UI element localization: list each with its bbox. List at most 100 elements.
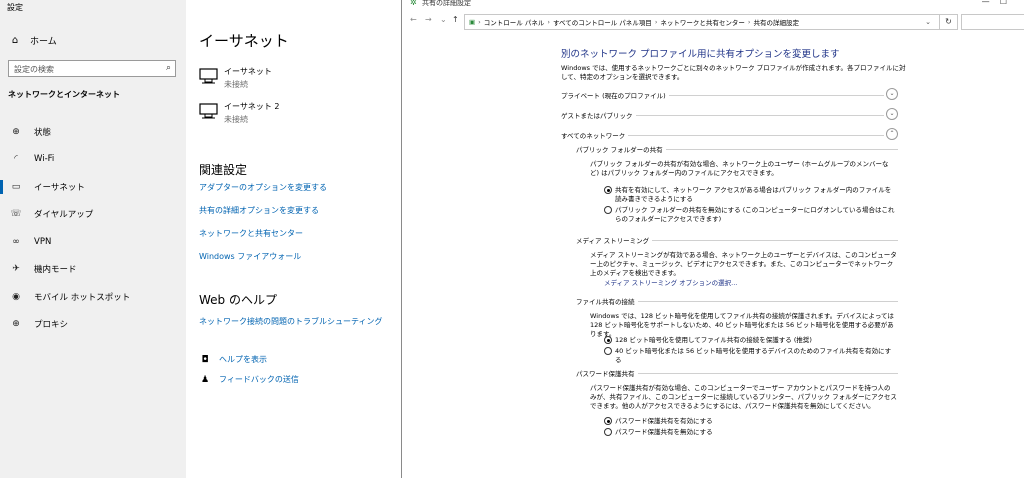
sharing-description: Windows では、使用するネットワークごとに別々のネットワーク プロファイル… bbox=[561, 64, 906, 81]
link-troubleshoot[interactable]: ネットワーク接続の問題のトラブルシューティング bbox=[199, 316, 383, 327]
address-bar[interactable]: ▣ › コントロール パネル › すべてのコントロール パネル項目 › ネットワ… bbox=[464, 14, 958, 30]
password-sharing-section-title: パスワード保護共有 bbox=[576, 368, 898, 378]
password-sharing-description: パスワード保護共有が有効な場合、このコンピューターでユーザー アカウントとパスワ… bbox=[590, 384, 897, 410]
home-icon: ⌂ bbox=[11, 35, 19, 46]
breadcrumb-item[interactable]: 共有の詳細設定 bbox=[754, 17, 800, 27]
feedback-link[interactable]: ♟ フィードバックの送信 bbox=[199, 374, 299, 385]
sidebar-nav: ⊕ 状態 ◜ Wi-Fi ▭ イーサネット ☏ ダイヤルアップ ∞ VPN ✈ … bbox=[0, 118, 186, 338]
profile-label: すべてのネットワーク bbox=[561, 130, 629, 140]
radio-encryption-128[interactable]: 128 ビット暗号化を使用してファイル共有の接続を保護する (推奨) bbox=[604, 336, 896, 345]
media-streaming-options-link[interactable]: メディア ストリーミング オプションの選択... bbox=[604, 277, 737, 287]
get-help-link[interactable]: ◘ ヘルプを表示 bbox=[199, 354, 267, 365]
home-button[interactable]: ⌂ ホーム bbox=[8, 34, 57, 47]
profile-guest-public[interactable]: ゲストまたはパブリック ⌄ bbox=[561, 108, 898, 122]
chat-bubble-icon: ◘ bbox=[201, 354, 209, 365]
radio-button[interactable] bbox=[604, 428, 612, 436]
adapter-ethernet-2[interactable]: イーサネット 2 未接続 bbox=[199, 101, 279, 125]
collapse-chevron-icon[interactable]: ⌃ bbox=[886, 128, 898, 140]
adapter-ethernet[interactable]: イーサネット 未接続 bbox=[199, 66, 272, 90]
sidebar-item-label: ダイヤルアップ bbox=[34, 210, 94, 221]
breadcrumb-chevron-icon: › bbox=[654, 18, 658, 26]
breadcrumb-item[interactable]: コントロール パネル bbox=[484, 17, 545, 27]
ethernet-icon: ▭ bbox=[11, 181, 21, 192]
sidebar-item-label: 状態 bbox=[34, 127, 52, 138]
airplane-icon: ✈ bbox=[12, 264, 20, 275]
web-help-heading: Web のヘルプ bbox=[199, 293, 277, 307]
adapter-name: イーサネット 2 bbox=[224, 102, 280, 111]
profile-label: プライベート (現在のプロファイル) bbox=[561, 90, 669, 100]
search-icon[interactable]: ⌕ bbox=[166, 63, 171, 73]
link-network-sharing-center[interactable]: ネットワークと共有センター bbox=[199, 228, 303, 239]
back-arrow-icon[interactable]: ← bbox=[410, 15, 417, 24]
profile-label: ゲストまたはパブリック bbox=[561, 110, 636, 120]
home-globe-icon: ⊕ bbox=[12, 126, 20, 137]
radio-button[interactable] bbox=[604, 186, 612, 194]
radio-button[interactable] bbox=[604, 336, 612, 344]
radio-encryption-40-56[interactable]: 40 ビット暗号化または 56 ビット暗号化を使用するデバイスのためのファイル共… bbox=[604, 347, 896, 364]
page-title: イーサネット bbox=[199, 32, 289, 50]
sidebar-item-wifi[interactable]: ◜ Wi-Fi bbox=[0, 146, 186, 174]
control-panel-window: ✲ 共有の詳細設定 — ☐ ← → ⌄ ↑ ▣ › コントロール パネル › す… bbox=[401, 0, 1024, 478]
settings-sidebar: 設定 ⌂ ホーム 設定の検索 ⌕ ネットワークとインターネット ⊕ 状態 ◜ W… bbox=[0, 0, 186, 478]
radio-label: パスワード保護共有を無効にする bbox=[615, 428, 713, 436]
vpn-icon: ∞ bbox=[12, 236, 20, 247]
radio-button[interactable] bbox=[604, 206, 612, 214]
recent-chevron-icon[interactable]: ⌄ bbox=[440, 15, 447, 24]
adapter-name: イーサネット bbox=[224, 67, 272, 76]
sidebar-item-status[interactable]: ⊕ 状態 bbox=[0, 118, 186, 146]
forward-arrow-icon[interactable]: → bbox=[425, 15, 432, 24]
app-title: 設定 bbox=[7, 3, 23, 12]
window-controls-icon[interactable]: — ☐ bbox=[982, 0, 1007, 6]
sharing-heading: 別のネットワーク プロファイル用に共有オプションを変更します bbox=[561, 49, 840, 60]
get-help-label: ヘルプを表示 bbox=[219, 355, 267, 364]
sidebar-item-proxy[interactable]: ⊕ プロキシ bbox=[0, 311, 186, 339]
wifi-icon: ◜ bbox=[14, 154, 18, 165]
public-folder-section-title: パブリック フォルダーの共有 bbox=[576, 144, 898, 154]
settings-search-input[interactable]: 設定の検索 ⌕ bbox=[8, 60, 176, 77]
window-title: 共有の詳細設定 bbox=[422, 0, 471, 7]
up-arrow-icon[interactable]: ↑ bbox=[452, 15, 459, 24]
radio-public-folder-disable[interactable]: パブリック フォルダーの共有を無効にする (このコンピューターにログオンしている… bbox=[604, 206, 896, 223]
media-streaming-description: メディア ストリーミングが有効である場合、ネットワーク上のユーザーとデバイスは、… bbox=[590, 251, 897, 277]
public-folder-description: パブリック フォルダーの共有が有効な場合、ネットワーク上のユーザー (ホームグル… bbox=[590, 160, 889, 177]
breadcrumb-item[interactable]: ネットワークと共有センター bbox=[660, 17, 745, 27]
breadcrumb-chevron-icon: › bbox=[747, 18, 751, 26]
radio-button[interactable] bbox=[604, 347, 612, 355]
radio-button[interactable] bbox=[604, 417, 612, 425]
address-dropdown-icon[interactable]: ⌄ bbox=[925, 18, 931, 26]
expand-chevron-icon[interactable]: ⌄ bbox=[886, 88, 898, 100]
feedback-person-icon: ♟ bbox=[200, 374, 210, 385]
radio-password-disable[interactable]: パスワード保護共有を無効にする bbox=[604, 428, 896, 437]
sidebar-item-label: プロキシ bbox=[34, 320, 69, 331]
profile-all-networks[interactable]: すべてのネットワーク ⌃ bbox=[561, 128, 898, 142]
control-panel-search-input[interactable] bbox=[961, 14, 1024, 30]
radio-label: 共有を有効にして、ネットワーク アクセスがある場合はパブリック フォルダー内のフ… bbox=[615, 186, 892, 203]
sidebar-item-label: モバイル ホットスポット bbox=[34, 292, 131, 303]
globe-icon: ⊕ bbox=[12, 319, 20, 330]
link-advanced-sharing[interactable]: 共有の詳細オプションを変更する bbox=[199, 205, 319, 216]
breadcrumb-item[interactable]: すべてのコントロール パネル項目 bbox=[553, 17, 652, 27]
file-sharing-description: Windows では、128 ビット暗号化を使用してファイル共有の接続が保護され… bbox=[590, 312, 894, 338]
refresh-button[interactable]: ↻ bbox=[939, 14, 957, 30]
sidebar-item-label: イーサネット bbox=[34, 182, 85, 193]
link-windows-firewall[interactable]: Windows ファイアウォール bbox=[199, 251, 301, 262]
sidebar-item-hotspot[interactable]: ◉ モバイル ホットスポット bbox=[0, 283, 186, 311]
navigation-bar: ← → ⌄ ↑ ▣ › コントロール パネル › すべてのコントロール パネル項… bbox=[402, 13, 1024, 31]
control-panel-icon: ▣ bbox=[469, 18, 476, 26]
section-title: ネットワークとインターネット bbox=[8, 90, 120, 99]
sidebar-item-vpn[interactable]: ∞ VPN bbox=[0, 228, 186, 256]
expand-chevron-icon[interactable]: ⌄ bbox=[886, 108, 898, 120]
home-label: ホーム bbox=[30, 37, 57, 47]
radio-password-enable[interactable]: パスワード保護共有を有効にする bbox=[604, 417, 896, 426]
link-adapter-options[interactable]: アダプターのオプションを変更する bbox=[199, 182, 327, 193]
file-sharing-section-title: ファイル共有の接続 bbox=[576, 296, 898, 306]
search-placeholder: 設定の検索 bbox=[14, 65, 54, 74]
sidebar-item-label: 機内モード bbox=[34, 265, 77, 276]
radio-public-folder-enable[interactable]: 共有を有効にして、ネットワーク アクセスがある場合はパブリック フォルダー内のフ… bbox=[604, 186, 896, 203]
sidebar-item-dialup[interactable]: ☏ ダイヤルアップ bbox=[0, 201, 186, 229]
sidebar-item-ethernet[interactable]: ▭ イーサネット bbox=[0, 173, 186, 201]
profile-private[interactable]: プライベート (現在のプロファイル) ⌄ bbox=[561, 88, 898, 102]
sidebar-item-airplane[interactable]: ✈ 機内モード bbox=[0, 256, 186, 284]
section-label: パブリック フォルダーの共有 bbox=[576, 144, 666, 154]
radio-label: パスワード保護共有を有効にする bbox=[615, 417, 713, 425]
